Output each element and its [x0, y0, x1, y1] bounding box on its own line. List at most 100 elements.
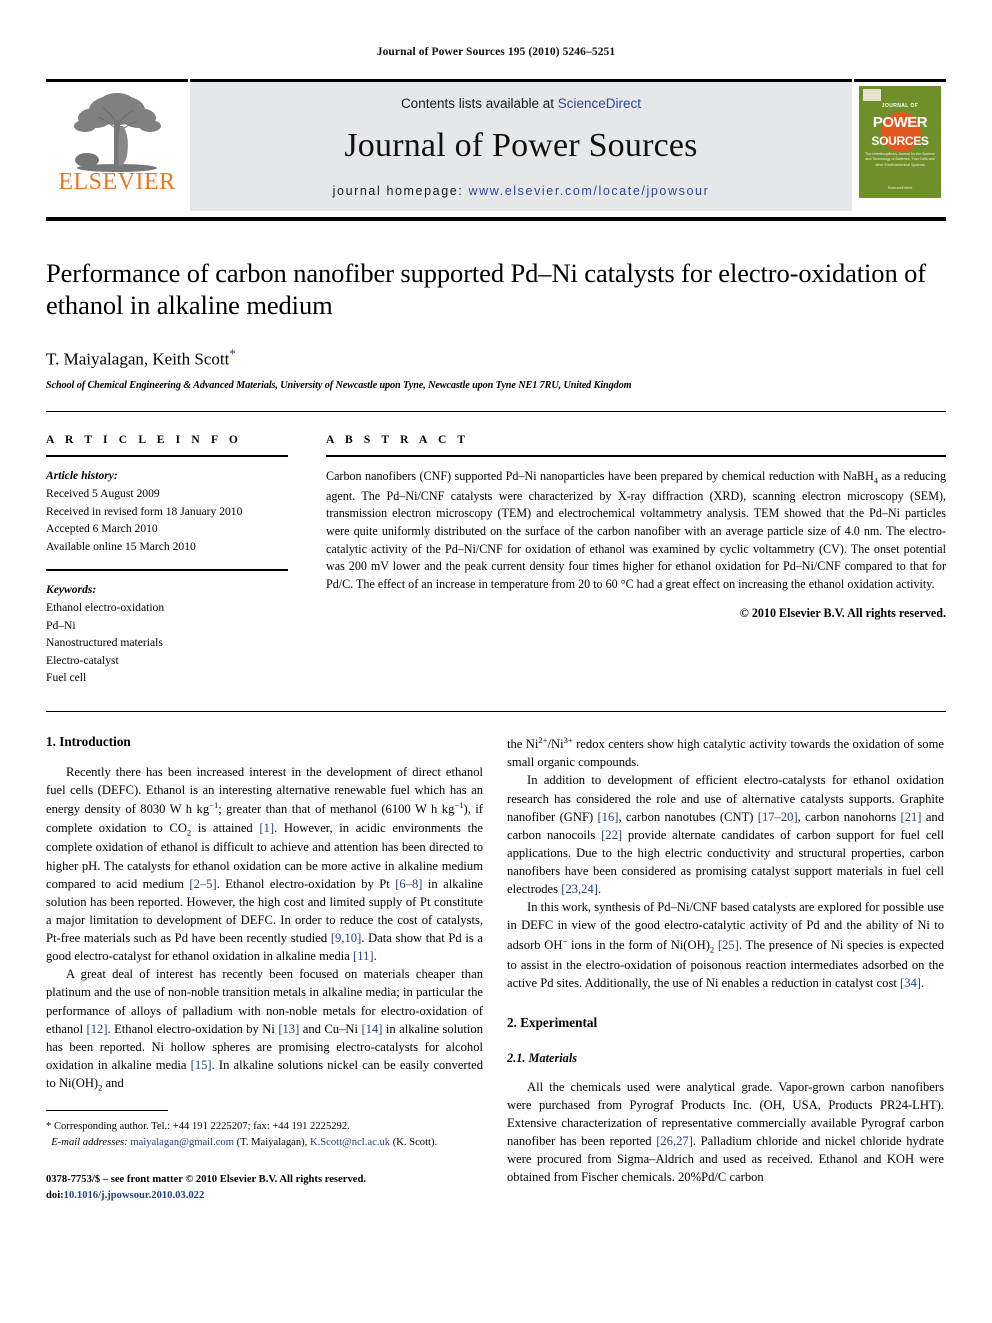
citation-link[interactable]: [15] [191, 1058, 212, 1072]
article-info-column: A R T I C L E I N F O Article history: R… [46, 434, 288, 687]
text-run: ions in the form of Ni(OH) [567, 937, 710, 952]
affiliation: School of Chemical Engineering & Advance… [46, 380, 632, 392]
running-head: Journal of Power Sources 195 (2010) 5246… [376, 46, 616, 58]
homepage-prefix: journal homepage: [332, 184, 469, 198]
email-note: E-mail addresses: maiyalagan@gmail.com (… [46, 1135, 483, 1151]
cover-title-line2: SOURCES [871, 134, 929, 148]
journal-cover-thumbnail: JOURNAL OF POWER SOURCES The Interdiscip… [854, 79, 946, 211]
text-run: is attained [191, 820, 260, 835]
keyword-item: Electro-catalyst [46, 653, 119, 667]
superscript: −1 [209, 800, 219, 811]
email-link-2[interactable]: K.Scott@ncl.ac.uk [310, 1137, 390, 1148]
body-right-column: the Ni2+/Ni3+ redox centers show high ca… [507, 734, 944, 1204]
author-names: T. Maiyalagan, Keith Scott [46, 349, 230, 369]
history-item: Received 5 August 2009 [46, 486, 160, 500]
masthead-bottom-rule [46, 217, 946, 221]
abstract-part-1: Carbon nanofibers (CNF) supported Pd–Ni … [326, 469, 874, 484]
elsevier-tree-icon [65, 86, 169, 172]
body-column-gap [483, 734, 507, 1204]
text-run: the Ni [507, 737, 539, 752]
superscript: 2+ [538, 735, 548, 746]
right-paragraph-continuation: the Ni2+/Ni3+ redox centers show high ca… [507, 734, 944, 771]
abstract-column: A B S T R A C T Carbon nanofibers (CNF) … [326, 434, 946, 687]
homepage-url-link[interactable]: www.elsevier.com/locate/jpowsour [468, 184, 709, 198]
citation-link[interactable]: [22] [601, 828, 622, 842]
article-history-label: Article history: [46, 469, 118, 483]
citation-link[interactable]: [21] [901, 810, 922, 824]
cover-image: JOURNAL OF POWER SOURCES The Interdiscip… [859, 86, 941, 198]
section-heading-introduction: 1. Introduction [46, 734, 131, 750]
citation-link[interactable]: [25] [718, 938, 739, 952]
citation-link[interactable]: [6–8] [395, 877, 422, 891]
cover-top-label: JOURNAL OF [881, 103, 919, 109]
text-run: . [373, 949, 377, 964]
citation-link[interactable]: [12] [87, 1022, 108, 1036]
article-info-heading: A R T I C L E I N F O [46, 434, 242, 447]
email-link-1[interactable]: maiyalagan@gmail.com [130, 1137, 234, 1148]
citation-link[interactable]: [1] [259, 821, 274, 835]
sciencedirect-link[interactable]: ScienceDirect [558, 96, 641, 111]
column-gap [288, 434, 326, 687]
abstract-heading: A B S T R A C T [326, 434, 470, 447]
footer-block: 0378-7753/$ – see front matter © 2010 El… [46, 1172, 483, 1204]
materials-paragraph: All the chemicals used were analytical g… [507, 1078, 944, 1187]
cover-footer-mark: ScienceDirect [887, 185, 913, 190]
intro-paragraph-1: Recently there has been increased intere… [46, 763, 483, 965]
issn-front-matter: 0378-7753/$ – see front matter © 2010 El… [46, 1174, 366, 1186]
journal-title: Journal of Power Sources [344, 127, 698, 164]
body-columns: 1. Introduction Recently there has been … [46, 734, 946, 1204]
citation-link[interactable]: [26,27] [656, 1134, 693, 1148]
doi-line: doi:10.1016/j.jpowsour.2010.03.022 [46, 1188, 483, 1204]
journal-masthead: ELSEVIER Contents lists available at Sci… [46, 79, 946, 211]
doi-label: doi: [46, 1190, 64, 1202]
citation-link[interactable]: [16] [597, 810, 618, 824]
citation-link[interactable]: [13] [278, 1022, 299, 1036]
footnote-block: * Corresponding author. Tel.: +44 191 22… [46, 1119, 483, 1150]
keyword-item: Ethanol electro-oxidation [46, 600, 165, 614]
elsevier-logo: ELSEVIER [46, 79, 188, 211]
text-run: . Ethanol electro-oxidation by Ni [107, 1021, 279, 1036]
text-run: and Cu–Ni [299, 1021, 362, 1036]
keywords-separator-rule [46, 569, 288, 572]
superscript: −1 [454, 800, 464, 811]
text-run: . [920, 975, 925, 990]
abstract-bottom-rule [46, 711, 946, 713]
keyword-item: Pd–Ni [46, 618, 76, 632]
citation-link[interactable]: [9,10] [331, 931, 361, 945]
page-title: Performance of carbon nanofiber supporte… [46, 258, 926, 321]
journal-homepage-line: journal homepage: www.elsevier.com/locat… [333, 184, 710, 198]
text-run: . [597, 882, 602, 897]
contents-available-line: Contents lists available at ScienceDirec… [401, 96, 641, 111]
citation-link[interactable]: [11] [353, 949, 374, 963]
keywords-label: Keywords: [46, 583, 97, 597]
citation-link[interactable]: [2–5] [189, 877, 216, 891]
section-heading-experimental: 2. Experimental [507, 1014, 598, 1030]
masthead-band: Contents lists available at ScienceDirec… [190, 79, 852, 211]
corresponding-author-marker: * [229, 345, 236, 361]
text-run: , carbon nanotubes (CNT) [618, 809, 758, 824]
corresponding-author-note: * Corresponding author. Tel.: +44 191 22… [46, 1120, 350, 1132]
keyword-item: Nanostructured materials [46, 636, 163, 650]
author-list: T. Maiyalagan, Keith Scott* [46, 346, 946, 370]
text-run: . Ethanol electro-oxidation by Pt [216, 876, 396, 891]
text-run: /Ni [547, 737, 564, 752]
body-left-column: 1. Introduction Recently there has been … [46, 734, 483, 1204]
abstract-part-2: as a reducing agent. The Pd–Ni/CNF catal… [326, 469, 946, 592]
right-paragraph-2: In addition to development of efficient … [507, 771, 944, 898]
abstract-rule [326, 455, 946, 458]
citation-link[interactable]: [17–20] [758, 810, 798, 824]
cover-title-line1: POWER [872, 114, 928, 131]
doi-link[interactable]: 10.1016/j.jpowsour.2010.03.022 [64, 1190, 205, 1201]
contents-prefix: Contents lists available at [400, 96, 558, 111]
email-label: E-mail addresses: [51, 1136, 128, 1148]
cover-blurb: The Interdisciplinary Journal for the Sc… [865, 152, 935, 167]
history-item: Received in revised form 18 January 2010 [46, 504, 243, 518]
email-owner-1: (T. Maiyalagan), [233, 1136, 310, 1148]
elsevier-wordmark: ELSEVIER [58, 169, 176, 195]
citation-link[interactable]: [23,24] [561, 882, 598, 896]
article-page: Journal of Power Sources 195 (2010) 5246… [0, 0, 992, 1323]
superscript: 3+ [563, 735, 573, 746]
citation-link[interactable]: [34] [900, 976, 921, 990]
footnote-separator-rule [46, 1109, 168, 1111]
citation-link[interactable]: [14] [361, 1022, 382, 1036]
